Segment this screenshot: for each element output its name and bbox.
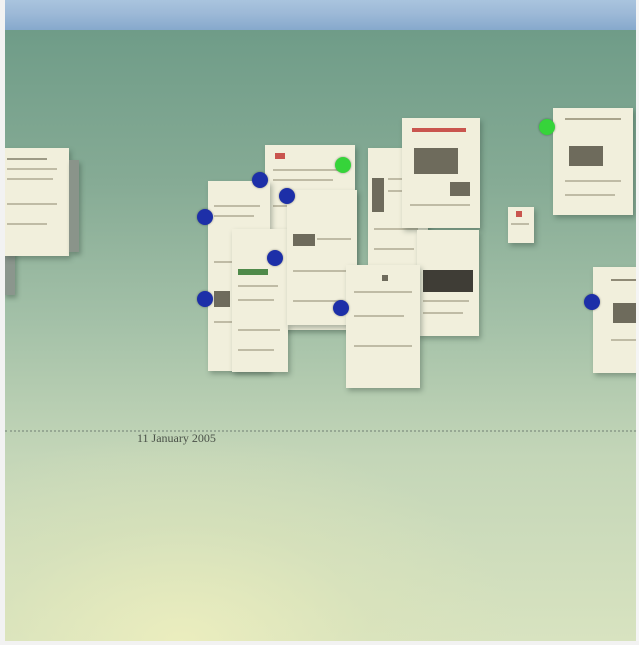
document-thumbnail-right-top[interactable] [553,108,633,215]
document-thumbnail-small[interactable] [508,207,534,243]
document-thumbnail-left-edge [69,160,79,252]
document-thumbnail-cluster-8[interactable] [346,265,420,388]
document-thumbnail-right-edge[interactable] [593,267,639,373]
document-thumbnail-cluster-6[interactable] [232,229,288,372]
document-thumbnail-left[interactable] [3,148,69,256]
timeline-axis [5,430,636,432]
blue-marker[interactable] [197,291,213,307]
window-title-bar[interactable] [5,0,636,31]
document-thumbnail-cluster-3[interactable] [402,118,480,228]
blue-marker[interactable] [267,250,283,266]
window-border-bottom [0,641,639,645]
blue-marker[interactable] [252,172,268,188]
green-marker[interactable] [539,119,555,135]
document-thumbnail-cluster-4[interactable] [417,230,479,336]
blue-marker[interactable] [333,300,349,316]
blue-marker[interactable] [584,294,600,310]
green-marker[interactable] [335,157,351,173]
timeline-date-label: 11 January 2005 [137,431,216,445]
window-border-left [0,0,5,645]
blue-marker[interactable] [197,209,213,225]
timeline-viewport[interactable]: 11 January 2005 [3,30,639,641]
application-window: 11 January 2005 [0,0,639,645]
blue-marker[interactable] [279,188,295,204]
